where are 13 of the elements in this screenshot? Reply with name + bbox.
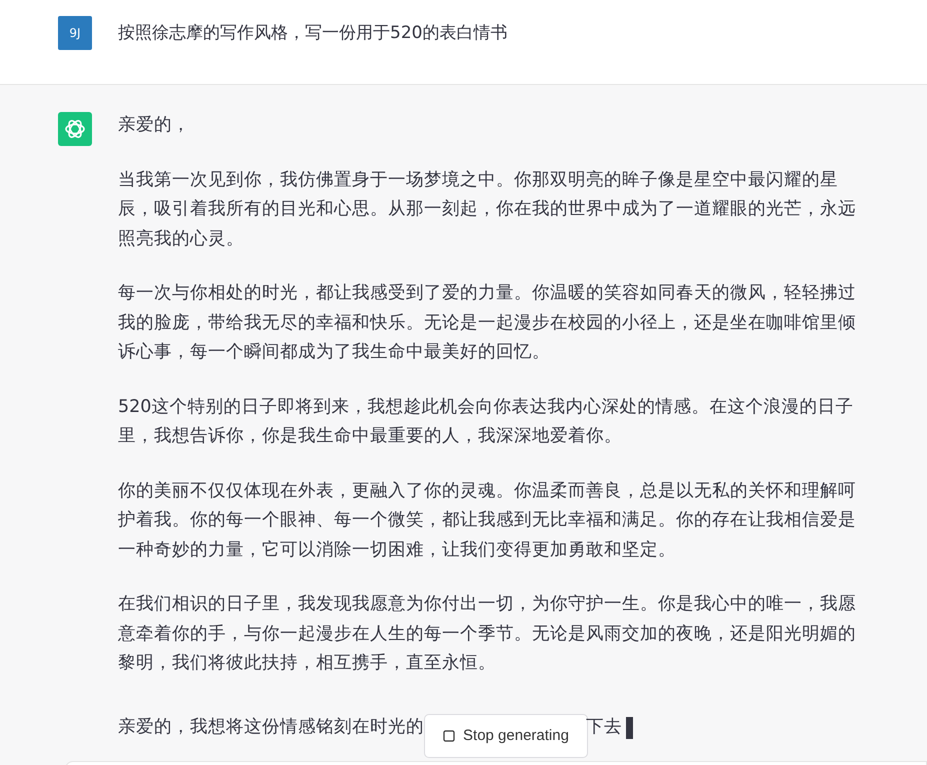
knot-logo-icon: [58, 112, 92, 146]
stop-icon: [443, 730, 456, 742]
user-avatar: 9J: [58, 16, 92, 50]
message-paragraph: 下去: [586, 716, 622, 739]
message-paragraph: 520这个特别的日子即将到来，我想趁此机会向你表达我内心深处的情感。在这个浪漫的日子里，我想告诉你，你是我生命中最重要的人，我深深地爱着你。: [118, 396, 854, 448]
user-message: 按照徐志摩的写作风格，写一份用于520的表白情书: [118, 22, 508, 45]
message-paragraph: 亲爱的，我想将这份情感铭刻在时光的: [118, 716, 424, 739]
message-paragraph: 每一次与你相处的时光，都让我感受到了爱的力量。你温暖的笑容如同春天的微风，轻轻拂过我的脸庞，带给我无尽的幸福和快乐。无论是一起漫步在校园的小径上，还是坐在咖啡馆里倾诉心事，每一个瞬间都成为了我生命中最美好的回忆。: [118, 282, 857, 364]
message-paragraph: 你的美丽不仅仅体现在外表，更融入了你的灵魂。你温柔而善良，总是以无私的关怀和理解呵护着我。你的每一个眼神、每一个微笑，都让我感到无比幸福和满足。你的存在让我相信爱是一种奇妙的力量，它可以消除一切困难，让我们变得更加勇敢和坚定。: [118, 480, 857, 562]
message-paragraph: 亲爱的，: [118, 114, 191, 137]
stop-generating-button[interactable]: Stop generating: [424, 714, 588, 758]
message-paragraph: 当我第一次见到你，我仿佛置身于一场梦境之中。你那双明亮的眸子像是星空中最闪耀的星辰，吸引着我所有的目光和心思。从那一刻起，你在我的世界中成为了一道耀眼的光芒，永远照亮我的心灵。: [118, 168, 857, 250]
message-paragraph: 在我们相识的日子里，我发现我愿意为你付出一切，为你守护一生。你是我心中的唯一，我愿意牵着你的手，与你一起漫步在人生的每一个季节。无论是风雨交加的夜晚，还是阳光明媚的黎明，我们将彼此扶持，相互携手，直至永恒。: [118, 593, 857, 675]
